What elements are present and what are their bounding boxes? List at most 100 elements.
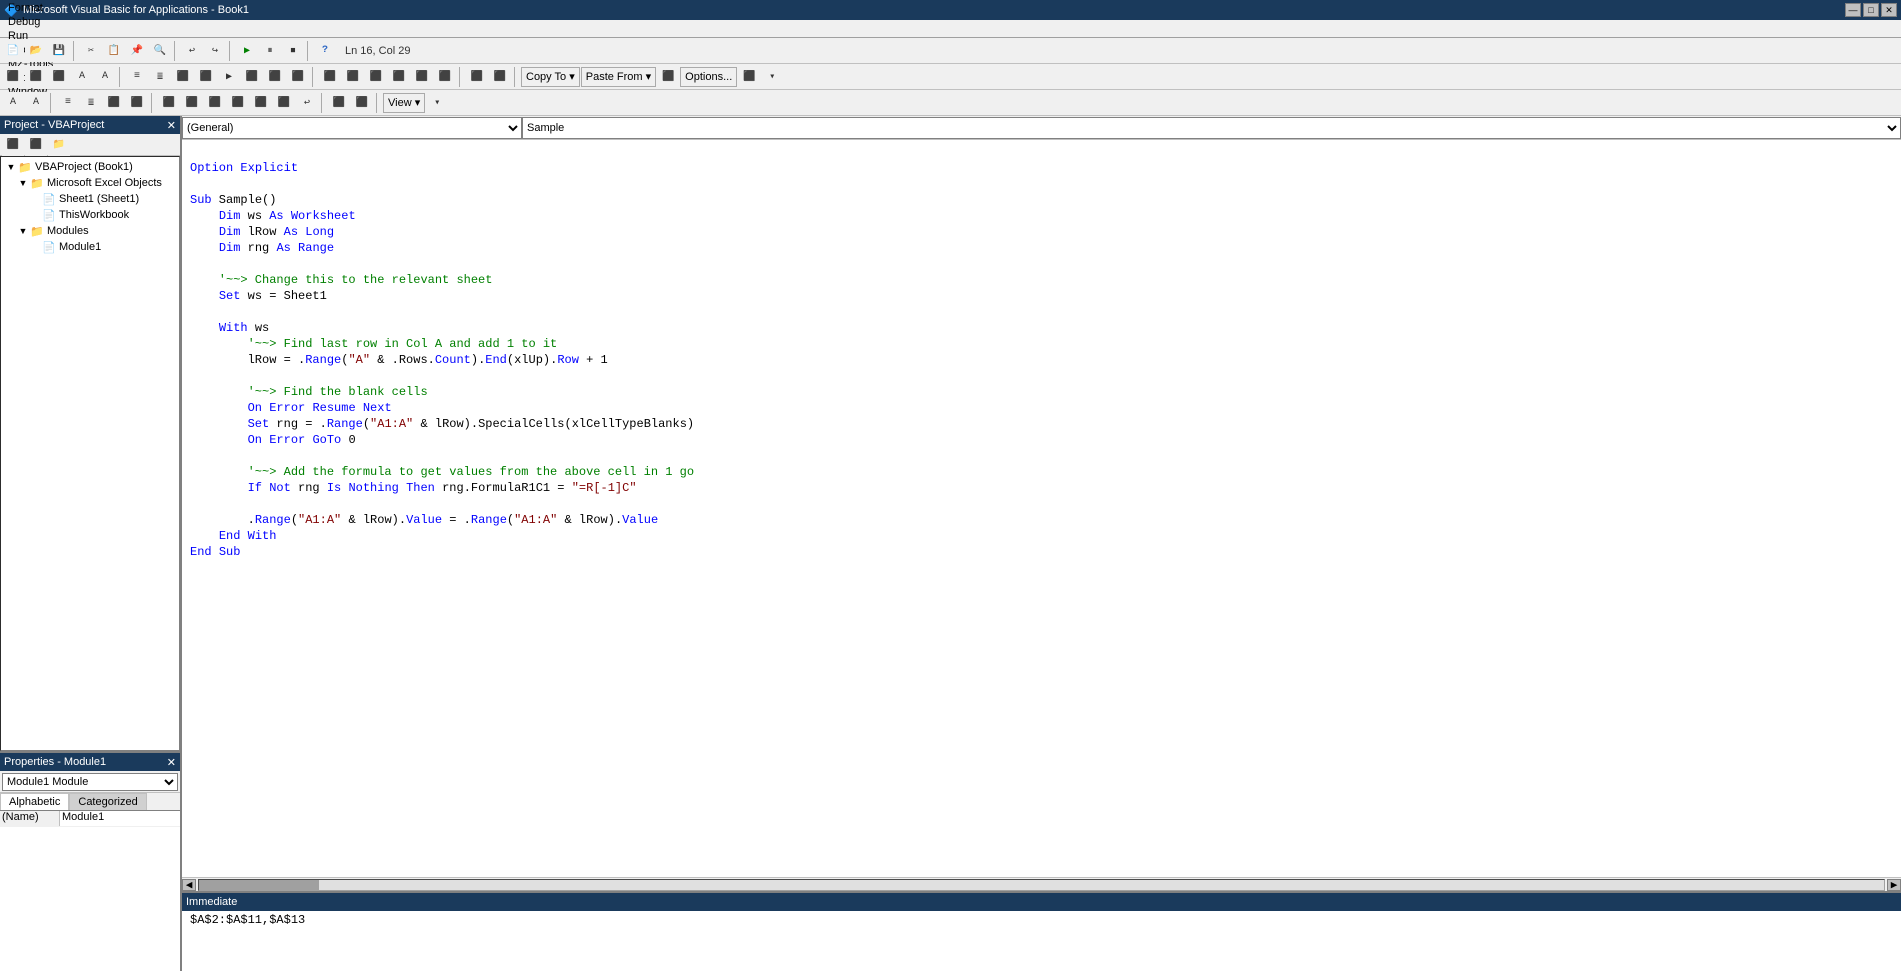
h-scroll-thumb[interactable] — [199, 880, 319, 890]
copy-to-label: Copy To ▾ — [526, 70, 575, 83]
general-dropdown[interactable]: (General) — [182, 117, 522, 139]
code-line-5: Dim ws As Worksheet — [190, 208, 1893, 224]
code-line-21: '~~> Add the formula to get values from … — [190, 464, 1893, 480]
undo-btn[interactable]: ↩ — [181, 40, 203, 62]
props-value[interactable]: Module1 — [60, 811, 180, 826]
break-btn[interactable]: ⏸ — [259, 40, 281, 62]
tb3-btn8[interactable]: ⬛ — [181, 92, 203, 114]
run-btn[interactable]: ▶ — [236, 40, 258, 62]
tb3-btn14[interactable]: ⬛ — [328, 92, 350, 114]
tb2-btn4[interactable]: A — [71, 66, 93, 88]
tb2-btn6[interactable]: ≡ — [126, 66, 148, 88]
tree-item-module1[interactable]: 📄Module1 — [3, 239, 177, 255]
tb2-btn11[interactable]: ⬛ — [241, 66, 263, 88]
copy-to-button[interactable]: Copy To ▾ — [521, 67, 580, 87]
title-bar-controls[interactable]: — □ ✕ — [1845, 3, 1897, 17]
view-label: View ▾ — [388, 96, 420, 109]
properties-panel: Properties - Module1 ✕ Module1 Module Al… — [0, 751, 180, 971]
tb2-btn8[interactable]: ⬛ — [172, 66, 194, 88]
copy-btn[interactable]: 📋 — [103, 40, 125, 62]
tb2-btn7[interactable]: ≣ — [149, 66, 171, 88]
save-btn[interactable]: 💾 — [48, 40, 70, 62]
properties-close-button[interactable]: ✕ — [167, 756, 176, 769]
code-line-2: Option Explicit — [190, 160, 1893, 176]
maximize-button[interactable]: □ — [1863, 3, 1879, 17]
project-close-button[interactable]: ✕ — [167, 119, 176, 132]
tree-item-sheet1[interactable]: 📄Sheet1 (Sheet1) — [3, 191, 177, 207]
tree-item-modules[interactable]: ▼📁Modules — [3, 223, 177, 239]
tb2-btn12[interactable]: ⬛ — [264, 66, 286, 88]
h-scrollbar[interactable]: ◀ ▶ — [182, 877, 1901, 891]
tb2-btn15[interactable]: ⬛ — [342, 66, 364, 88]
tb3-btn5[interactable]: ⬛ — [103, 92, 125, 114]
tb2-icon[interactable]: ⬛ — [657, 66, 679, 88]
proj-toggle-folder[interactable]: 📁 — [48, 134, 70, 156]
tab-categorized[interactable]: Categorized — [69, 793, 146, 810]
tb2-btn18[interactable]: ⬛ — [411, 66, 433, 88]
tb2-btn2[interactable]: ⬛ — [25, 66, 47, 88]
tb2-btn16[interactable]: ⬛ — [365, 66, 387, 88]
sample-dropdown[interactable]: Sample — [522, 117, 1901, 139]
tb3-btn13[interactable]: ↩ — [296, 92, 318, 114]
tb3-btn6[interactable]: ⬛ — [126, 92, 148, 114]
tb2-btn19[interactable]: ⬛ — [434, 66, 456, 88]
tb3-btn3[interactable]: ≡ — [57, 92, 79, 114]
scroll-right-btn[interactable]: ▶ — [1887, 879, 1901, 891]
tb2-btn9[interactable]: ⬛ — [195, 66, 217, 88]
tree-toggle-modules[interactable]: ▼ — [17, 226, 29, 236]
tb3-btn12[interactable]: ⬛ — [273, 92, 295, 114]
view-button[interactable]: View ▾ — [383, 93, 425, 113]
props-module-dropdown[interactable]: Module1 Module — [2, 773, 178, 791]
immediate-content[interactable]: $A$2:$A$11,$A$13 — [182, 911, 1901, 971]
tree-item-excel-objects[interactable]: ▼📁Microsoft Excel Objects — [3, 175, 177, 191]
tb3-btn11[interactable]: ⬛ — [250, 92, 272, 114]
tb2-btn21[interactable]: ⬛ — [489, 66, 511, 88]
tab-alphabetic[interactable]: Alphabetic — [0, 793, 69, 810]
tb2-btn5[interactable]: A — [94, 66, 116, 88]
menu-item-debug[interactable]: Debug — [2, 15, 59, 29]
code-content[interactable]: Option Explicit Sub Sample() Dim ws As W… — [182, 140, 1901, 877]
tree-toggle-root[interactable]: ▼ — [5, 162, 17, 172]
scroll-left-btn[interactable]: ◀ — [182, 879, 196, 891]
tb2-btn3[interactable]: ⬛ — [48, 66, 70, 88]
tb2-btn1[interactable]: ⬛ — [2, 66, 24, 88]
tree-item-thisworkbook[interactable]: 📄ThisWorkbook — [3, 207, 177, 223]
tb2-btn14[interactable]: ⬛ — [319, 66, 341, 88]
tree-toggle-excel-objects[interactable]: ▼ — [17, 178, 29, 188]
paste-from-button[interactable]: Paste From ▾ — [581, 67, 656, 87]
props-toolbar: Module1 Module — [0, 771, 180, 793]
tb3-btn9[interactable]: ⬛ — [204, 92, 226, 114]
menu-item-format[interactable]: Format — [2, 1, 59, 15]
tb3-btn1[interactable]: A — [2, 92, 24, 114]
tb3-btn4[interactable]: ≣ — [80, 92, 102, 114]
tb2-btn20[interactable]: ⬛ — [466, 66, 488, 88]
tb2-btn17[interactable]: ⬛ — [388, 66, 410, 88]
h-scroll-track[interactable] — [198, 879, 1885, 891]
close-button[interactable]: ✕ — [1881, 3, 1897, 17]
tb3-btn7[interactable]: ⬛ — [158, 92, 180, 114]
tb2-btn13[interactable]: ⬛ — [287, 66, 309, 88]
tb2-drop[interactable]: ▾ — [761, 66, 783, 88]
tb3-btn15[interactable]: ⬛ — [351, 92, 373, 114]
find-btn[interactable]: 🔍 — [149, 40, 171, 62]
proj-view-code[interactable]: ⬛ — [25, 134, 47, 156]
redo-btn[interactable]: ↪ — [204, 40, 226, 62]
tree-item-root[interactable]: ▼📁VBAProject (Book1) — [3, 159, 177, 175]
tree-icon-excel-objects: 📁 — [29, 177, 45, 190]
proj-view-obj[interactable]: ⬛ — [2, 134, 24, 156]
minimize-button[interactable]: — — [1845, 3, 1861, 17]
tb3-drop[interactable]: ▾ — [426, 92, 448, 114]
sep-2 — [174, 41, 178, 61]
cut-btn[interactable]: ✂ — [80, 40, 102, 62]
paste-btn[interactable]: 📌 — [126, 40, 148, 62]
reset-btn[interactable]: ⏹ — [282, 40, 304, 62]
new-btn[interactable]: 📄 — [2, 40, 24, 62]
open-btn[interactable]: 📂 — [25, 40, 47, 62]
options-button[interactable]: Options... — [680, 67, 737, 87]
tb2-btn10[interactable]: ▶ — [218, 66, 240, 88]
help-btn[interactable]: ? — [314, 40, 336, 62]
menu-bar: FileEditViewInsertFormatDebugRunToolsMZ-… — [0, 20, 1901, 38]
tb3-btn2[interactable]: A — [25, 92, 47, 114]
tb3-btn10[interactable]: ⬛ — [227, 92, 249, 114]
tb2-help[interactable]: ⬛ — [738, 66, 760, 88]
